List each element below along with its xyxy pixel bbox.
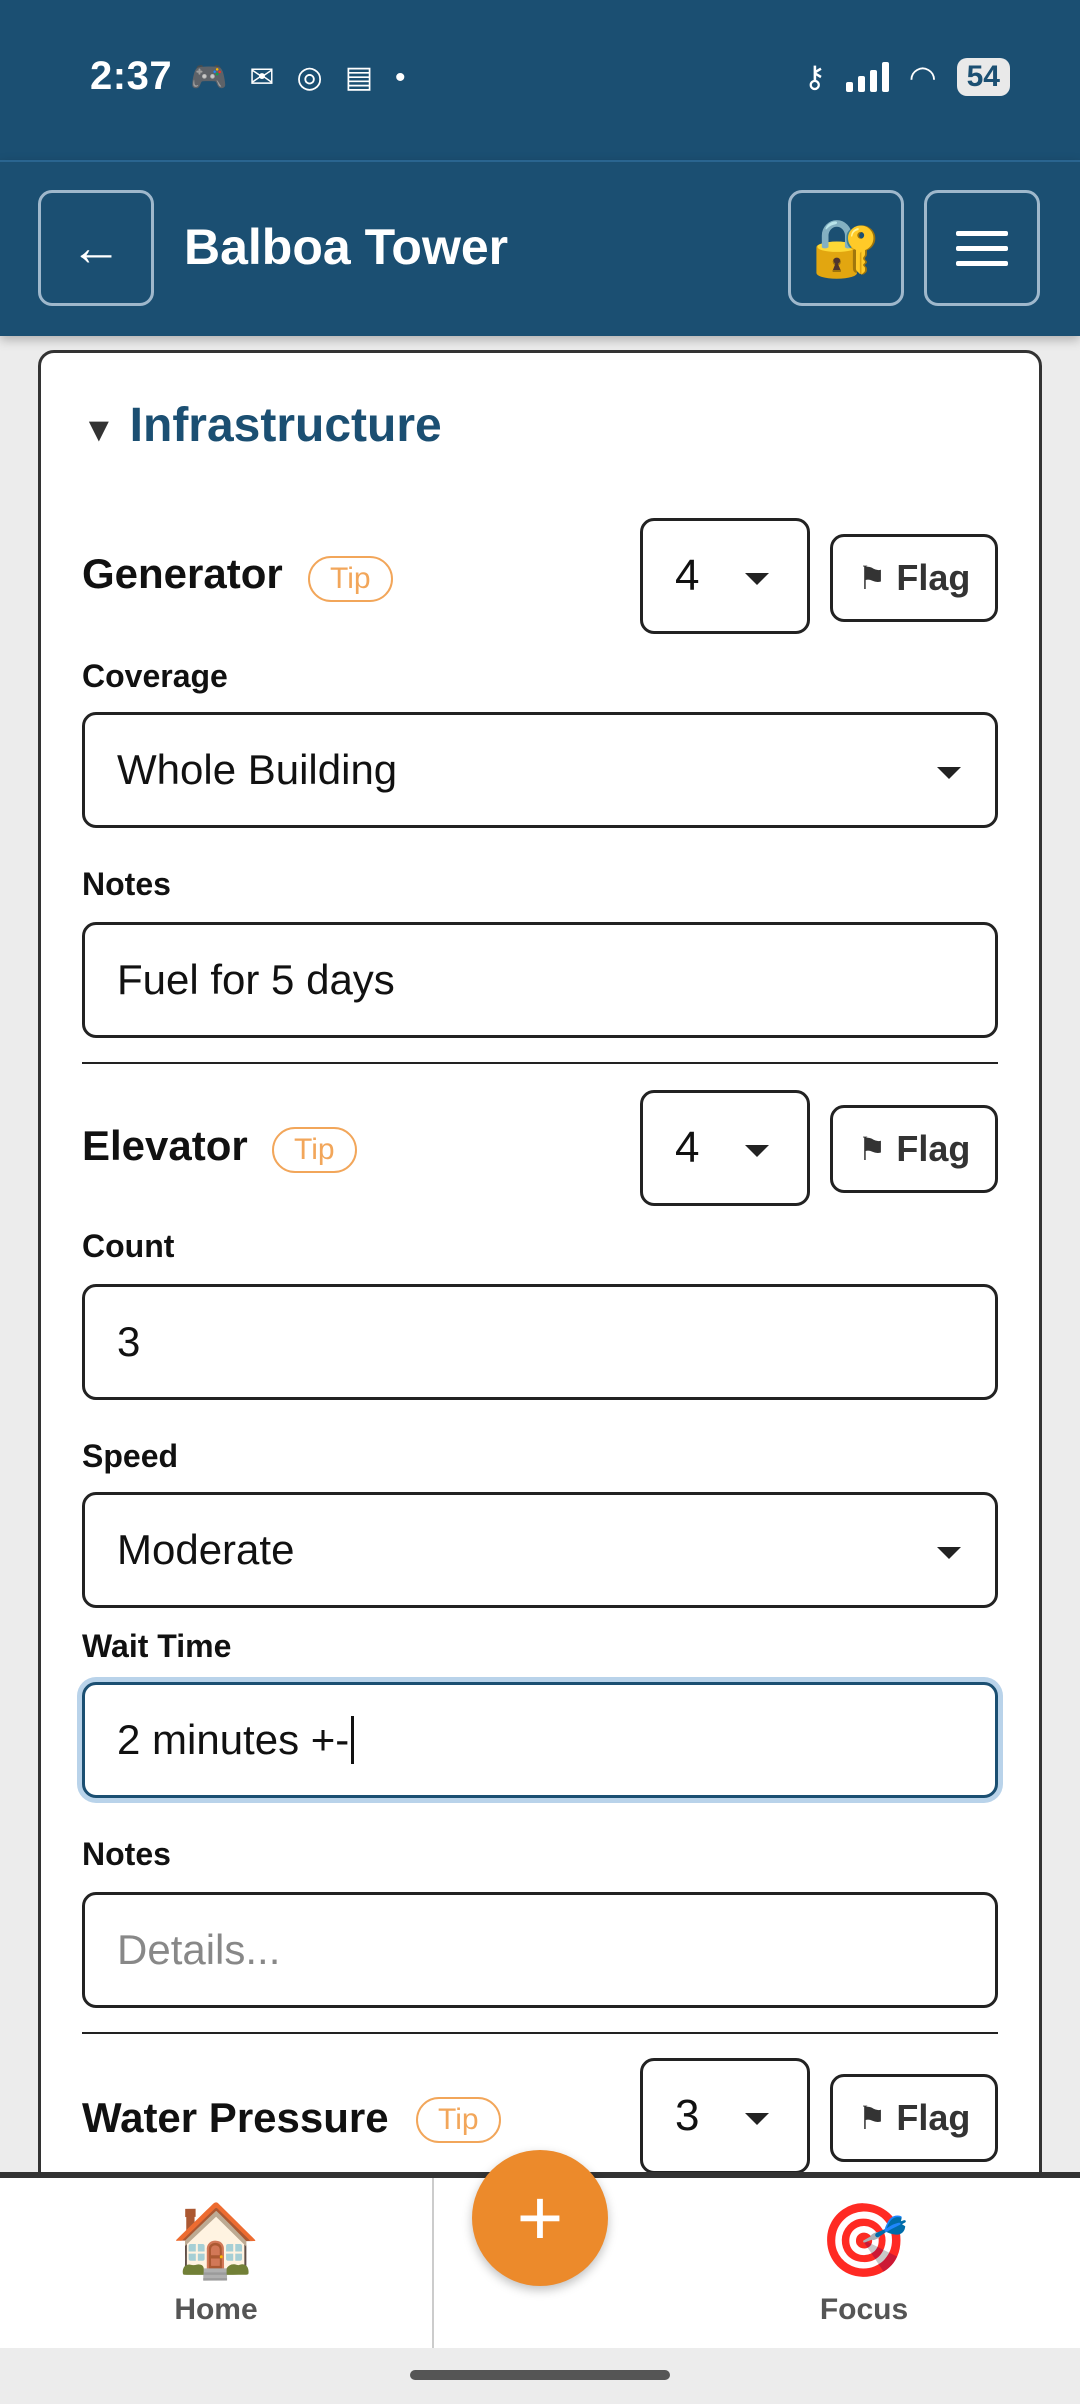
divider (82, 2032, 998, 2034)
lock-button[interactable]: 🔐 (788, 190, 904, 306)
notes-placeholder: Details... (117, 1926, 281, 1973)
app-bar (0, 160, 1080, 336)
item-title-water-pressure: Water Pressure (82, 2094, 389, 2141)
flag-label: Flag (896, 557, 971, 598)
battery-icon: 54 (956, 58, 1010, 96)
tip-button-generator[interactable]: Tip (308, 556, 393, 602)
chrome-icon: ◎ (296, 61, 323, 94)
flag-label: Flag (896, 2097, 971, 2138)
item-title-generator: Generator (82, 550, 283, 597)
speed-value: Moderate (117, 1526, 295, 1573)
wait-time-input[interactable]: 2 minutes +- (82, 1682, 998, 1798)
section-title: Infrastructure (129, 399, 442, 452)
chevron-down-icon (937, 1547, 961, 1559)
score-select-elevator[interactable]: 4 (640, 1090, 810, 1206)
back-button[interactable]: ← (38, 190, 154, 306)
app-icon: ▤ (344, 61, 374, 94)
divider (82, 1062, 998, 1064)
score-select-generator[interactable]: 4 (640, 518, 810, 634)
chevron-down-icon (745, 1145, 769, 1157)
flag-button-elevator[interactable]: ⚑ Flag (830, 1105, 998, 1193)
item-title-elevator: Elevator (82, 1122, 248, 1169)
field-label-notes: Notes (82, 1836, 171, 1872)
system-icons: ⚷ ◠ 54 (804, 58, 1010, 96)
nav-home-label: Home (174, 2293, 258, 2326)
chevron-down-icon (745, 573, 769, 585)
game-controller-icon: 🎮 (190, 61, 228, 94)
target-icon: 🎯 (819, 2201, 909, 2281)
elevator-notes-input[interactable]: Details... (82, 1892, 998, 2008)
score-value: 4 (675, 551, 700, 600)
speed-select[interactable]: Moderate (82, 1492, 998, 1608)
tip-button-elevator[interactable]: Tip (272, 1127, 357, 1173)
flag-label: Flag (896, 1128, 971, 1169)
score-select-water-pressure[interactable]: 3 (640, 2058, 810, 2174)
score-value: 3 (675, 2091, 700, 2140)
generator-notes-value: Fuel for 5 days (117, 956, 395, 1003)
notification-icons: 🎮 ✉ ◎ ▤ • (190, 60, 406, 95)
count-value: 3 (117, 1318, 141, 1365)
generator-notes-input[interactable]: Fuel for 5 days (82, 922, 998, 1038)
text-cursor (351, 1716, 355, 1764)
add-button[interactable]: + (472, 2150, 608, 2286)
flag-icon: ⚑ (857, 560, 887, 596)
nav-separator (432, 2178, 434, 2348)
home-icon: 🏠 (171, 2201, 261, 2281)
flag-button-generator[interactable]: ⚑ Flag (830, 534, 998, 622)
hamburger-icon (956, 221, 1008, 276)
field-label-count: Count (82, 1228, 175, 1264)
nav-focus[interactable]: 🎯 Focus (714, 2198, 1014, 2327)
field-label-coverage: Coverage (82, 658, 228, 694)
flag-icon: ⚑ (857, 2100, 887, 2136)
coverage-select[interactable]: Whole Building (82, 712, 998, 828)
status-bar: 2:37 🎮 ✉ ◎ ▤ • ⚷ ◠ 54 (0, 0, 1080, 160)
tip-button-water-pressure[interactable]: Tip (416, 2097, 501, 2143)
nav-home[interactable]: 🏠 Home (66, 2198, 366, 2327)
key-icon: ⚷ (803, 60, 826, 94)
lock-icon: 🔐 (811, 216, 881, 279)
field-label-speed: Speed (82, 1438, 179, 1474)
dot-icon: • (395, 60, 406, 94)
status-time: 2:37 (90, 54, 173, 98)
flag-icon: ⚑ (857, 1131, 887, 1167)
flag-button-water-pressure[interactable]: ⚑ Flag (830, 2074, 998, 2162)
menu-button[interactable] (924, 190, 1040, 306)
wifi-icon: ◠ (908, 59, 937, 95)
gesture-bar (410, 2370, 670, 2380)
back-arrow-icon: ← (70, 219, 122, 277)
coverage-value: Whole Building (117, 746, 398, 793)
score-value: 4 (675, 1123, 700, 1172)
field-label-notes: Notes (82, 866, 171, 902)
page-title: Balboa Tower (184, 219, 509, 275)
nav-focus-label: Focus (819, 2293, 909, 2326)
gmail-icon: ✉ (249, 61, 275, 94)
section-header[interactable]: ▼ Infrastructure (82, 398, 442, 453)
chevron-down-icon (745, 2113, 769, 2125)
signal-icon (845, 62, 889, 92)
field-label-wait-time: Wait Time (82, 1628, 232, 1664)
chevron-down-icon (937, 767, 961, 779)
collapse-triangle-icon: ▼ (82, 411, 116, 449)
wait-time-value: 2 minutes +- (117, 1716, 350, 1763)
count-input[interactable]: 3 (82, 1284, 998, 1400)
plus-icon: + (516, 2173, 564, 2262)
